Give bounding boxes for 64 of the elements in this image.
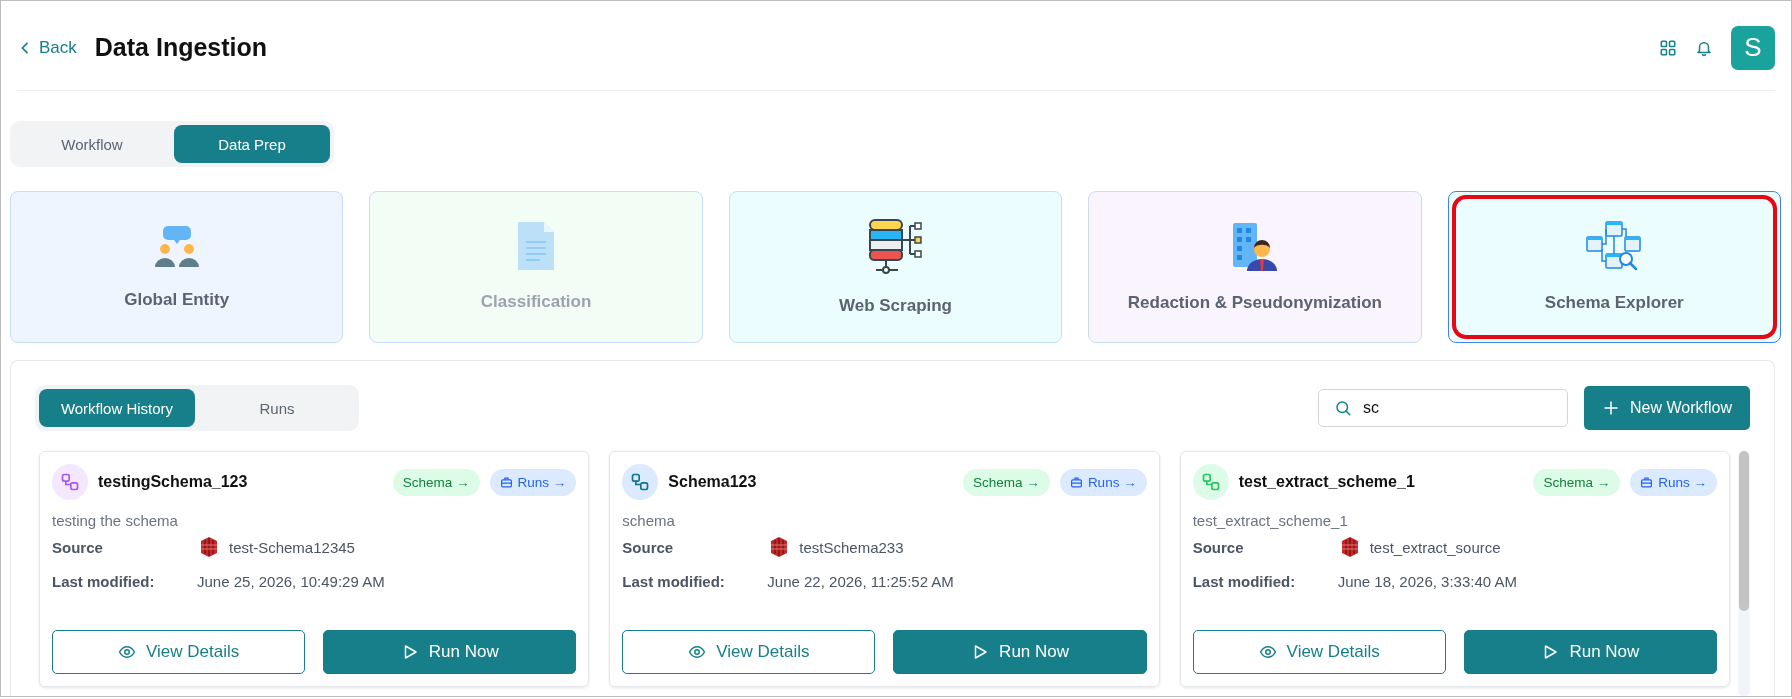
new-workflow-button[interactable]: New Workflow — [1584, 386, 1750, 430]
workflow-name: Schema123 — [668, 473, 757, 491]
briefcase-icon — [1069, 475, 1083, 489]
person-building-icon — [1232, 221, 1277, 271]
tool-card[interactable]: Schema Explorer — [1447, 191, 1781, 343]
field-value: June 18, 2026, 3:33:40 AM — [1337, 573, 1518, 590]
tool-label: Web Scraping — [838, 296, 952, 316]
workflow-description: test_extract_scheme_1 — [1192, 512, 1349, 529]
field-value: test-Schema12345 — [229, 538, 355, 556]
back-link[interactable]: Back — [17, 37, 77, 58]
field-label: Last modified: — [52, 573, 156, 590]
workflow-description: testing the schema — [52, 512, 179, 529]
run-now-button[interactable]: Run Now — [1463, 630, 1717, 674]
tool-label: Classification — [480, 292, 592, 312]
eye-icon — [1258, 643, 1277, 661]
tool-card[interactable]: Global Entity — [10, 191, 344, 343]
history-tab[interactable]: Runs — [199, 389, 355, 427]
run-now-button[interactable]: Run Now — [893, 630, 1147, 674]
grid-icon[interactable] — [1659, 38, 1677, 57]
schema-search-icon — [1586, 221, 1643, 271]
field-value: testSchema233 — [799, 538, 904, 556]
runs-tag[interactable]: Runs → — [489, 468, 577, 496]
eye-icon — [688, 643, 707, 661]
plus-icon — [1602, 399, 1621, 417]
user-avatar[interactable]: S — [1731, 25, 1775, 70]
workflow-name: testingSchema_123 — [98, 473, 248, 491]
field-label: Source — [52, 538, 104, 556]
workflow-description: schema — [622, 512, 676, 529]
field-label: Last modified: — [622, 573, 726, 590]
tool-label: Schema Explorer — [1544, 293, 1684, 313]
field-value: June 25, 2026, 10:49:29 AM — [197, 573, 386, 590]
schema-tag[interactable]: Schema → — [1533, 468, 1621, 496]
history-tab[interactable]: Workflow History — [39, 389, 195, 427]
briefcase-icon — [1640, 475, 1654, 489]
schema-tag[interactable]: Schema → — [963, 468, 1050, 496]
scrollbar[interactable] — [1738, 451, 1750, 696]
runs-tag[interactable]: Runs → — [1630, 468, 1717, 496]
field-label: Last modified: — [1192, 573, 1297, 590]
page-title: Data Ingestion — [94, 33, 268, 62]
scrollbar-thumb[interactable] — [1739, 451, 1749, 611]
tool-card[interactable]: Web Scraping — [728, 191, 1063, 343]
briefcase-icon — [499, 475, 513, 489]
database-network-icon — [868, 218, 923, 274]
runs-tag[interactable]: Runs → — [1059, 468, 1147, 496]
search-icon — [1334, 399, 1353, 417]
view-details-button[interactable]: View Details — [52, 630, 306, 674]
view-details-button[interactable]: View Details — [1192, 630, 1446, 674]
document-icon — [518, 222, 555, 270]
field-label: Source — [622, 538, 675, 556]
tool-label: Redaction & Pseudonymization — [1127, 293, 1382, 313]
workflow-name: test_extract_scheme_1 — [1238, 473, 1415, 491]
schema-tag[interactable]: Schema → — [392, 468, 480, 496]
mode-tab[interactable]: Data Prep — [174, 125, 330, 163]
mode-tab[interactable]: Workflow — [14, 125, 170, 163]
people-icon — [153, 224, 200, 268]
view-details-button[interactable]: View Details — [622, 630, 876, 674]
tool-card[interactable]: Redaction & Pseudonymization — [1088, 191, 1422, 343]
search-field[interactable]: sc — [1318, 389, 1569, 427]
field-value: June 22, 2026, 11:25:52 AM — [767, 573, 955, 590]
field-label: Source — [1192, 538, 1245, 556]
run-now-button[interactable]: Run Now — [323, 630, 577, 674]
tool-label: Global Entity — [124, 290, 230, 310]
field-value: test_extract_source — [1369, 538, 1501, 556]
eye-icon — [117, 643, 136, 661]
